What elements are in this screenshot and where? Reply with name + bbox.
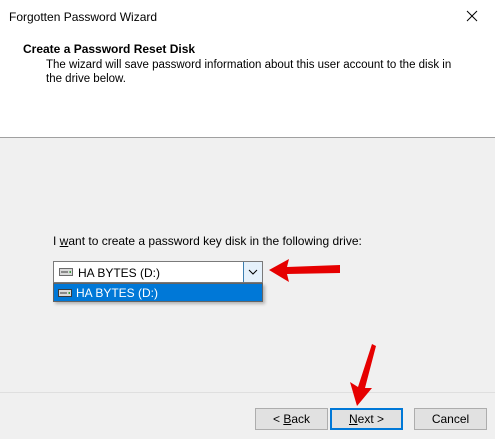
page-description: The wizard will save password informatio…: [46, 59, 452, 85]
arrow-icon: [350, 344, 376, 406]
arrow-icon: [269, 259, 340, 282]
close-button[interactable]: [449, 0, 495, 33]
drive-icon: [59, 268, 73, 276]
drive-select-text: HA BYTES (D:): [78, 266, 161, 280]
drive-label: I want to create a password key disk in …: [53, 234, 362, 248]
drive-option[interactable]: HA BYTES (D:): [54, 284, 262, 301]
drive-option-text: HA BYTES (D:): [76, 286, 159, 300]
drive-select[interactable]: HA BYTES (D:): [53, 261, 263, 283]
dropdown-button[interactable]: [243, 262, 262, 282]
wizard-window: Forgotten Password Wizard Create a Passw…: [0, 0, 495, 439]
drive-dropdown-list: HA BYTES (D:): [53, 283, 263, 302]
title-bar[interactable]: Forgotten Password Wizard: [0, 0, 495, 33]
drive-icon: [58, 289, 72, 297]
back-button[interactable]: < Back: [255, 408, 328, 430]
window-title: Forgotten Password Wizard: [9, 10, 158, 24]
page-title: Create a Password Reset Disk: [23, 42, 196, 56]
chevron-down-icon: [248, 269, 258, 275]
wizard-header: Create a Password Reset Disk The wizard …: [0, 33, 495, 137]
drive-select-value: HA BYTES (D:): [56, 264, 241, 280]
wizard-body: I want to create a password key disk in …: [0, 138, 495, 392]
cancel-button[interactable]: Cancel: [414, 408, 487, 430]
close-icon: [466, 10, 478, 22]
footer-divider: [0, 392, 495, 393]
next-button[interactable]: Next >: [330, 408, 403, 430]
